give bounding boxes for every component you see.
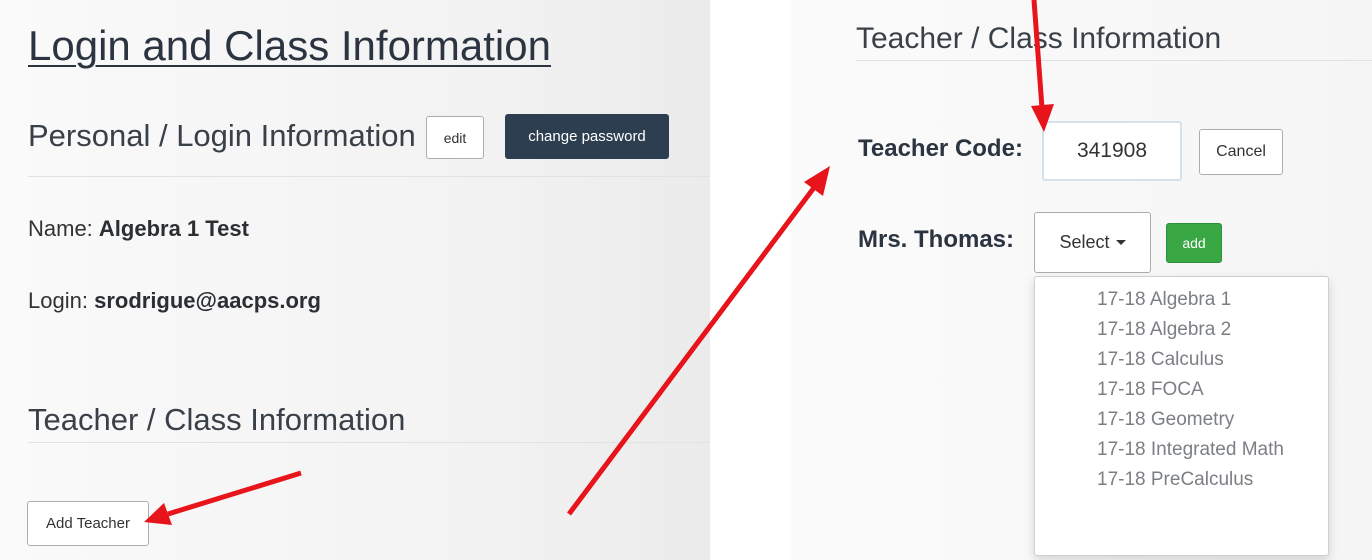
class-option[interactable]: 17-18 Algebra 1	[1035, 285, 1328, 315]
class-option[interactable]: 17-18 Algebra 2	[1035, 315, 1328, 345]
class-option[interactable]: 17-18 Calculus	[1035, 345, 1328, 375]
login-class-panel: Login and Class Information Personal / L…	[0, 0, 710, 560]
class-options-list: 17-18 Algebra 1 17-18 Algebra 2 17-18 Calc…	[1035, 277, 1328, 495]
name-value: Algebra 1 Test	[98, 216, 249, 241]
select-label: Select	[1059, 232, 1110, 252]
change-password-button[interactable]: change password	[505, 114, 669, 159]
teacher-code-input[interactable]	[1042, 121, 1182, 181]
class-dropdown-menu: 17-18 Algebra 1 17-18 Algebra 2 17-18 Calc…	[1034, 276, 1329, 556]
section-divider	[856, 60, 1372, 61]
personal-login-heading: Personal / Login Information	[28, 118, 416, 153]
add-class-button[interactable]: add	[1166, 223, 1222, 263]
login-row: Login: srodrigue@aacps.org	[28, 288, 321, 314]
page-title: Login and Class Information	[28, 22, 551, 69]
section-divider	[28, 176, 710, 177]
edit-button[interactable]: edit	[426, 116, 484, 159]
login-label: Login:	[28, 288, 88, 313]
caret-down-icon	[1115, 240, 1126, 245]
name-row: Name: Algebra 1 Test	[28, 216, 249, 242]
name-label: Name:	[28, 216, 93, 241]
section-divider	[28, 442, 710, 443]
login-value: srodrigue@aacps.org	[94, 288, 321, 313]
add-teacher-panel: Teacher / Class Information Teacher Code…	[790, 0, 1372, 560]
teacher-class-heading: Teacher / Class Information	[856, 22, 1222, 55]
class-select-dropdown[interactable]: Select	[1034, 212, 1151, 273]
class-option[interactable]: 17-18 FOCA	[1035, 375, 1328, 405]
class-option[interactable]: 17-18 Geometry	[1035, 405, 1328, 435]
class-option[interactable]: 17-18 Integrated Math	[1035, 435, 1328, 465]
teacher-class-heading: Teacher / Class Information	[28, 402, 406, 437]
add-teacher-button[interactable]: Add Teacher	[27, 501, 149, 546]
teacher-name-label: Mrs. Thomas:	[858, 226, 1015, 253]
teacher-code-label: Teacher Code:	[858, 135, 1023, 162]
cancel-button[interactable]: Cancel	[1199, 129, 1283, 175]
class-option[interactable]: 17-18 PreCalculus	[1035, 465, 1328, 495]
